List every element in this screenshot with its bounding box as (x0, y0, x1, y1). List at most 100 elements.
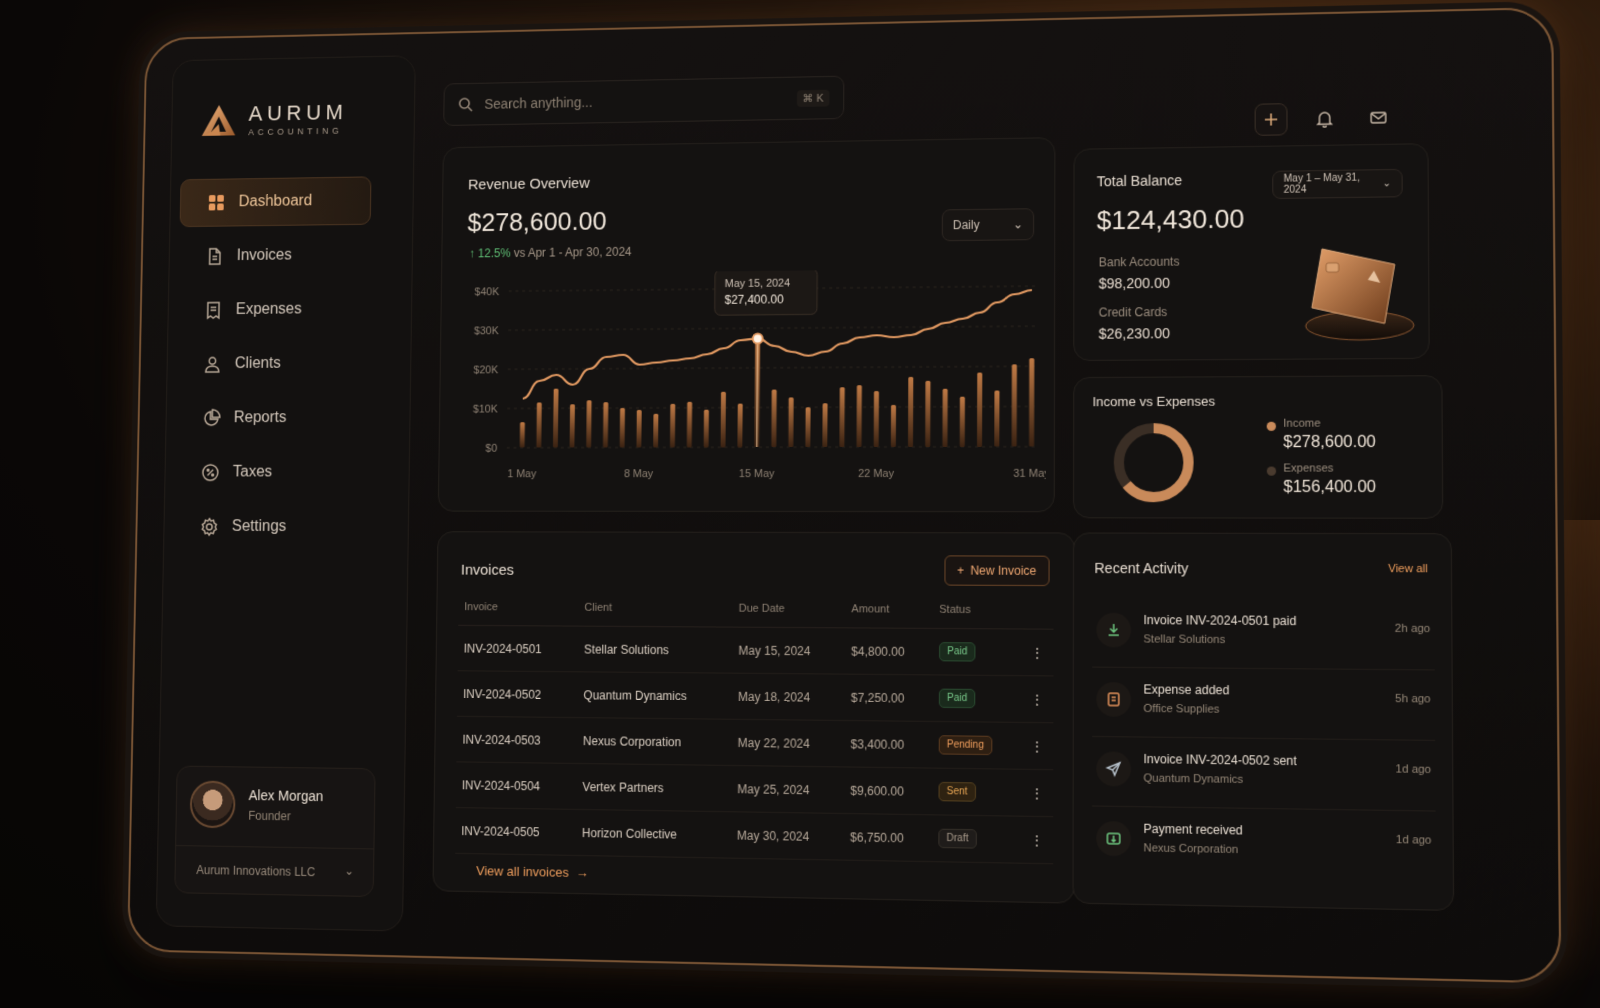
sidebar-item-expenses[interactable]: Expenses (178, 285, 370, 335)
range-dropdown[interactable]: Daily ⌄ (941, 208, 1035, 242)
date-range-dropdown[interactable]: May 1 – May 31, 2024 ⌄ (1272, 168, 1403, 200)
search-input[interactable] (484, 90, 785, 112)
date-range-value: May 1 – May 31, 2024 (1283, 172, 1360, 196)
more-options-icon[interactable]: ⋮ (1020, 675, 1054, 723)
activity-title: Invoice INV-2024-0502 sent (1143, 751, 1297, 769)
table-row[interactable]: INV-2024-0502 Quantum Dynamics May 18, 2… (457, 670, 1054, 723)
column-header[interactable]: Due Date (732, 602, 846, 628)
invoice-due: May 22, 2024 (731, 719, 845, 767)
income-legend-dot (1266, 421, 1277, 431)
more-options-icon[interactable]: ⋮ (1020, 816, 1054, 864)
revenue-chart[interactable]: $40K $30K $20K $10K $0 May 15, 2024 $27,400.00… (448, 268, 1046, 499)
invoice-id[interactable]: INV-2024-0505 (455, 807, 577, 856)
balance-card: Total Balance May 1 – May 31, 2024 ⌄ $12… (1073, 143, 1430, 361)
sidebar-item-invoices[interactable]: Invoices (179, 230, 371, 280)
search-bar[interactable]: ⌘ K (443, 75, 845, 126)
revenue-card: Revenue Overview $278,600.00 ↑ 12.5% vs … (437, 137, 1056, 513)
bell-icon (1315, 109, 1334, 127)
avatar[interactable] (189, 780, 236, 829)
profile-card[interactable]: Alex Morgan Founder Aurum Innovations LL… (174, 765, 376, 898)
messages-button[interactable] (1362, 101, 1395, 134)
sidebar-item-settings[interactable]: Settings (173, 503, 366, 552)
percent-icon (201, 463, 220, 482)
invoice-id[interactable]: INV-2024-0503 (456, 716, 578, 764)
revenue-value: $278,600.00 (467, 206, 607, 238)
table-row[interactable]: INV-2024-0505 Horizon Collective May 30,… (455, 807, 1054, 864)
column-header[interactable]: Client (578, 601, 733, 628)
grid-icon (208, 194, 224, 211)
expenses-value: $156,400.00 (1283, 478, 1377, 497)
arrow-up-icon: ↑ (468, 246, 475, 261)
credit-cards-value: $26,230.00 (1098, 325, 1171, 342)
profile-role: Founder (248, 808, 291, 824)
notifications-button[interactable] (1308, 102, 1341, 135)
new-invoice-button[interactable]: + New Invoice (944, 555, 1050, 587)
list-item[interactable]: Invoice INV-2024-0501 paid Stellar Solut… (1092, 598, 1435, 671)
gridline (507, 447, 1036, 448)
revenue-title: Revenue Overview (467, 175, 590, 194)
activity-title: Payment received (1143, 821, 1243, 838)
gridline (508, 326, 1036, 330)
income-expenses-donut[interactable] (1111, 420, 1197, 505)
activity-list: Invoice INV-2024-0501 paid Stellar Solut… (1092, 598, 1436, 882)
bar (720, 391, 726, 448)
invoice-amount: $9,600.00 (844, 766, 933, 815)
bar (552, 388, 559, 448)
more-options-icon[interactable]: ⋮ (1020, 722, 1054, 770)
revenue-comparison: vs Apr 1 - Apr 30, 2024 (513, 244, 632, 260)
sidebar-item-label: Taxes (232, 463, 273, 481)
list-item[interactable]: Payment received Nexus Corporation 1d ag… (1092, 807, 1436, 883)
payment-icon (1096, 820, 1132, 857)
revenue-change: ↑ 12.5% vs Apr 1 - Apr 30, 2024 (469, 245, 632, 261)
table-row[interactable]: INV-2024-0501 Stellar Solutions May 15, … (457, 625, 1054, 676)
bar (839, 387, 846, 448)
activity-title: Expense added (1143, 682, 1230, 698)
add-button[interactable] (1254, 103, 1288, 136)
column-header[interactable]: Invoice (458, 601, 579, 627)
column-header[interactable]: Status (933, 603, 1021, 629)
more-options-icon[interactable]: ⋮ (1020, 628, 1054, 676)
more-options-icon[interactable]: ⋮ (1020, 769, 1054, 817)
bar (994, 390, 1000, 447)
list-item[interactable]: Invoice INV-2024-0502 sent Quantum Dynam… (1092, 736, 1436, 812)
invoice-id[interactable]: INV-2024-0502 (457, 670, 578, 718)
sidebar-item-label: Settings (231, 518, 287, 535)
bar (703, 409, 709, 448)
invoice-id[interactable]: INV-2024-0501 (457, 625, 579, 672)
bar (822, 403, 828, 448)
balance-value: $124,430.00 (1096, 203, 1245, 236)
invoice-status-cell: Pending (932, 721, 1021, 770)
tooltip-date: May 15, 2024 (725, 278, 791, 291)
x-tick-label: 8 May (624, 468, 654, 480)
sidebar-nav: Dashboard Invoices Expenses Clients Repo… (173, 176, 372, 557)
ive-title: Income vs Expenses (1092, 393, 1216, 410)
brand-logo[interactable]: AURUM ACCOUNTING (200, 100, 348, 138)
device-frame: AURUM ACCOUNTING Dashboard Invoices Expe… (127, 7, 1562, 984)
top-actions (1254, 101, 1396, 136)
org-switcher-label[interactable]: Aurum Innovations LLC (196, 863, 315, 879)
y-tick-label: $20K (473, 364, 499, 376)
sidebar-item-reports[interactable]: Reports (175, 393, 368, 442)
view-all-activity-link[interactable]: View all (1388, 563, 1428, 575)
pie-chart-icon (202, 409, 221, 428)
sidebar-item-dashboard[interactable]: Dashboard (179, 176, 372, 228)
view-all-invoices-label: View all invoices (476, 863, 569, 880)
bar (536, 402, 542, 448)
column-header[interactable]: Amount (845, 603, 934, 629)
invoice-id[interactable]: INV-2024-0504 (455, 761, 577, 810)
invoice-amount: $6,750.00 (843, 813, 933, 862)
sidebar-item-label: Invoices (236, 246, 292, 264)
list-item[interactable]: Expense added Office Supplies 5h ago (1092, 667, 1436, 741)
arrow-right-icon: → (572, 864, 589, 881)
expenses-label: Expenses (1283, 462, 1334, 475)
user-icon (203, 355, 222, 374)
sidebar-item-taxes[interactable]: Taxes (174, 448, 367, 497)
mail-icon (1369, 108, 1388, 126)
table-row[interactable]: INV-2024-0503 Nexus Corporation May 22, … (456, 716, 1054, 770)
view-all-invoices-link[interactable]: View all invoices → (476, 863, 588, 880)
chevron-down-icon[interactable]: ⌄ (344, 864, 354, 878)
gridline (507, 406, 1035, 408)
sidebar-item-clients[interactable]: Clients (176, 339, 368, 389)
activity-subtitle: Office Supplies (1143, 702, 1220, 716)
column-header-actions (1020, 604, 1054, 630)
